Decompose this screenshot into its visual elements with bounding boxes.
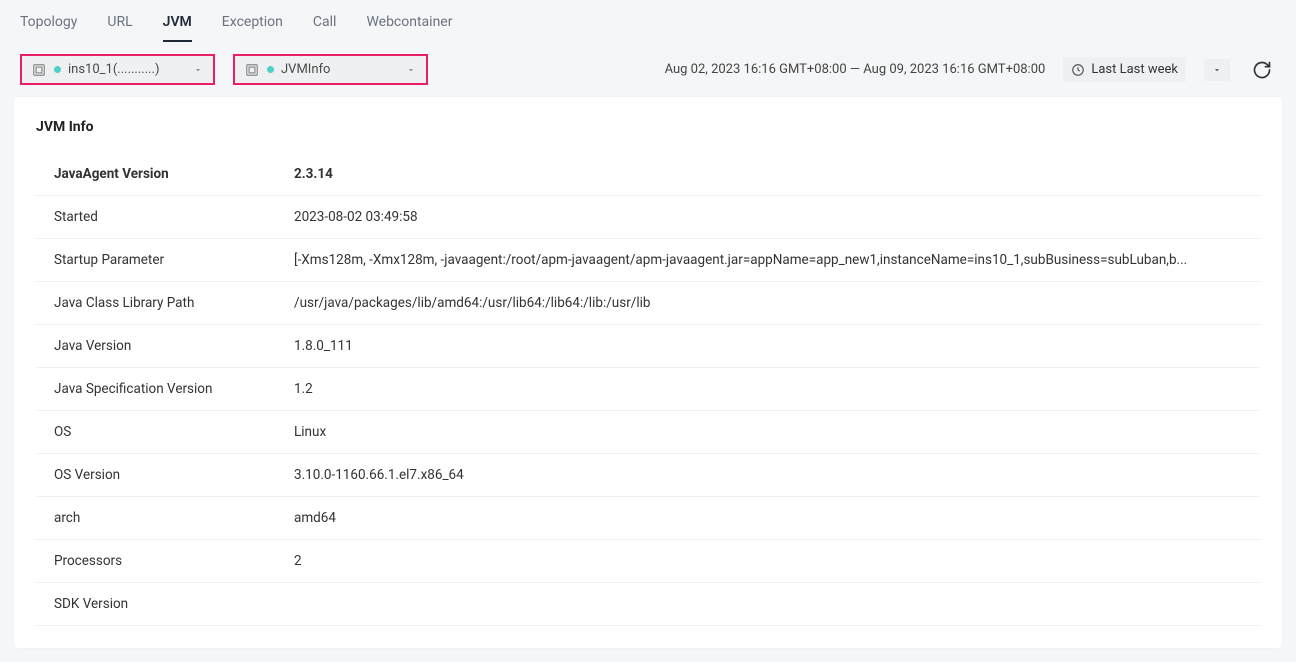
row-label: Started bbox=[54, 209, 294, 225]
row-label: Startup Parameter bbox=[54, 252, 294, 268]
row-value: 1.8.0_111 bbox=[294, 338, 1242, 354]
time-range-text: Aug 02, 2023 16:16 GMT+08:00 — Aug 09, 2… bbox=[665, 62, 1046, 77]
row-value: Linux bbox=[294, 424, 1242, 440]
tab-call[interactable]: Call bbox=[313, 0, 337, 42]
row-label: arch bbox=[54, 510, 294, 526]
tab-url[interactable]: URL bbox=[107, 0, 132, 42]
tab-topology[interactable]: Topology bbox=[20, 0, 77, 42]
clock-icon bbox=[1071, 63, 1085, 77]
metric-icon bbox=[245, 63, 259, 77]
row-label: JavaAgent Version bbox=[54, 166, 294, 182]
instance-label: ins10_1(...........) bbox=[68, 62, 187, 77]
table-row: Java Class Library Path/usr/java/package… bbox=[36, 282, 1260, 325]
time-picker-dropdown-button[interactable] bbox=[1204, 59, 1230, 81]
row-value: [-Xms128m, -Xmx128m, -javaagent:/root/ap… bbox=[294, 252, 1242, 268]
row-label: SDK Version bbox=[54, 596, 294, 612]
row-value bbox=[294, 596, 1242, 612]
row-value: 2 bbox=[294, 553, 1242, 569]
table-row: Started2023-08-02 03:49:58 bbox=[36, 196, 1260, 239]
row-label: Java Version bbox=[54, 338, 294, 354]
tabs-bar: Topology URL JVM Exception Call Webconta… bbox=[0, 0, 1296, 42]
row-label: Java Class Library Path bbox=[54, 295, 294, 311]
row-value: 2.3.14 bbox=[294, 166, 1242, 182]
filter-row: ins10_1(...........) JVMInfo Aug 02, 202… bbox=[0, 42, 1296, 97]
table-row: SDK Version bbox=[36, 583, 1260, 626]
table-row: OSLinux bbox=[36, 411, 1260, 454]
instance-icon bbox=[32, 63, 46, 77]
table-row: OS Version3.10.0-1160.66.1.el7.x86_64 bbox=[36, 454, 1260, 497]
instance-dropdown[interactable]: ins10_1(...........) bbox=[20, 54, 215, 85]
jvm-info-card: JVM Info JavaAgent Version2.3.14Started2… bbox=[14, 97, 1282, 648]
metric-dropdown[interactable]: JVMInfo bbox=[233, 54, 428, 85]
table-row: Startup Parameter[-Xms128m, -Xmx128m, -j… bbox=[36, 239, 1260, 282]
row-value: amd64 bbox=[294, 510, 1242, 526]
row-label: OS bbox=[54, 424, 294, 440]
row-label: OS Version bbox=[54, 467, 294, 483]
row-label: Processors bbox=[54, 553, 294, 569]
time-range-picker[interactable]: Last Last week bbox=[1063, 57, 1186, 82]
chevron-down-icon bbox=[406, 65, 416, 75]
table-row: JavaAgent Version2.3.14 bbox=[36, 153, 1260, 196]
row-value: 2023-08-02 03:49:58 bbox=[294, 209, 1242, 225]
status-dot-icon bbox=[267, 66, 274, 73]
info-table: JavaAgent Version2.3.14Started2023-08-02… bbox=[36, 153, 1260, 626]
refresh-button[interactable] bbox=[1248, 56, 1276, 84]
row-value: 3.10.0-1160.66.1.el7.x86_64 bbox=[294, 467, 1242, 483]
card-title: JVM Info bbox=[36, 119, 1260, 135]
tab-jvm[interactable]: JVM bbox=[163, 0, 192, 42]
tab-exception[interactable]: Exception bbox=[222, 0, 283, 42]
row-value: /usr/java/packages/lib/amd64:/usr/lib64:… bbox=[294, 295, 1242, 311]
row-value: 1.2 bbox=[294, 381, 1242, 397]
table-row: archamd64 bbox=[36, 497, 1260, 540]
tab-webcontainer[interactable]: Webcontainer bbox=[366, 0, 452, 42]
chevron-down-icon bbox=[193, 65, 203, 75]
time-picker-label: Last Last week bbox=[1091, 62, 1178, 77]
table-row: Java Specification Version1.2 bbox=[36, 368, 1260, 411]
table-row: Processors2 bbox=[36, 540, 1260, 583]
metric-label: JVMInfo bbox=[281, 62, 400, 77]
table-row: Java Version1.8.0_111 bbox=[36, 325, 1260, 368]
status-dot-icon bbox=[54, 66, 61, 73]
row-label: Java Specification Version bbox=[54, 381, 294, 397]
